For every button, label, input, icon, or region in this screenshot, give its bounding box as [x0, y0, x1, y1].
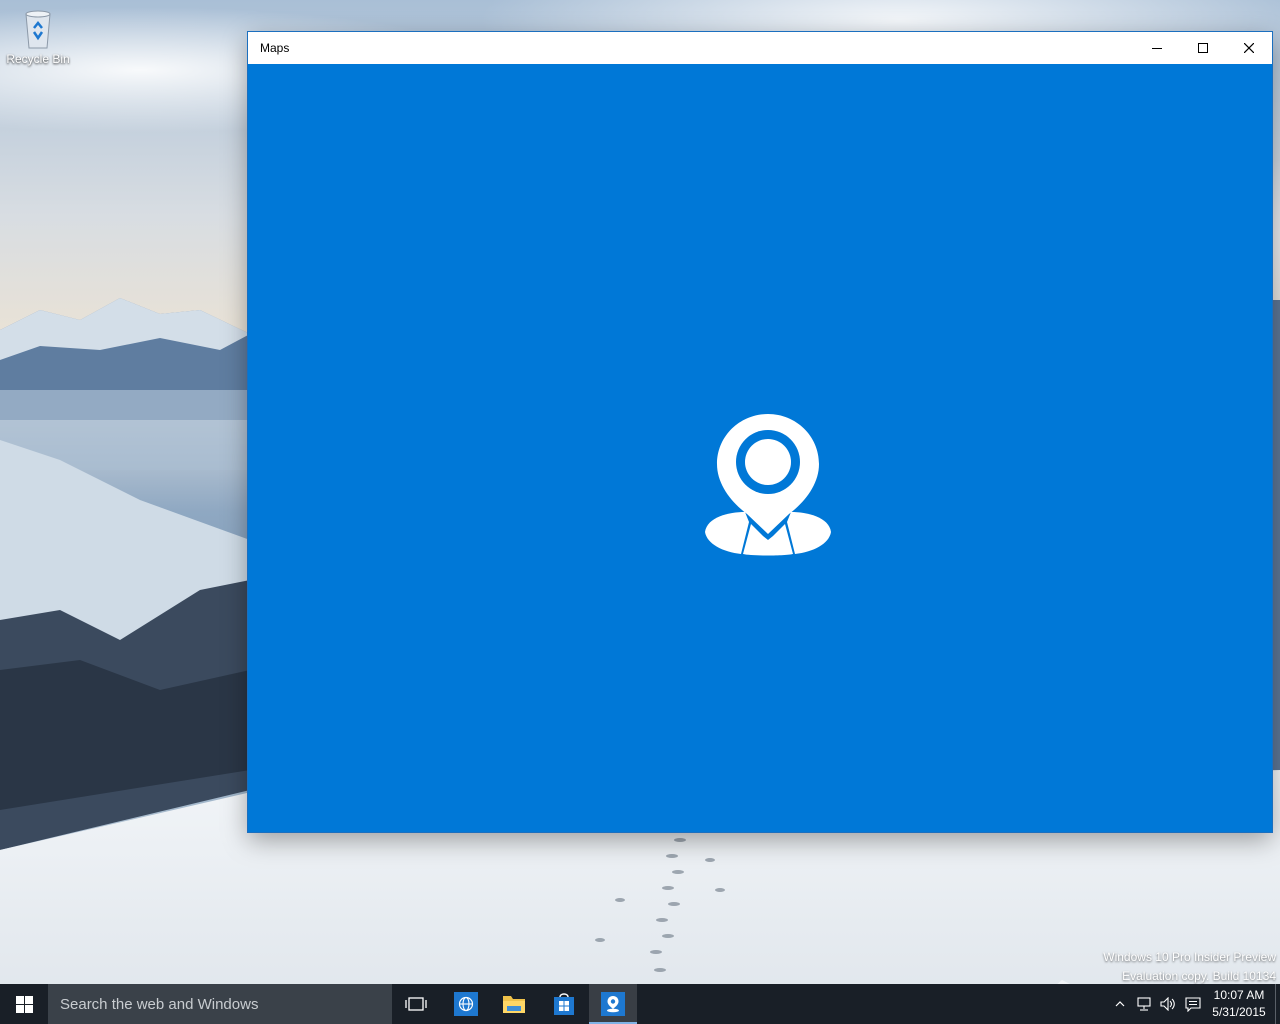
- tray-volume[interactable]: [1156, 984, 1180, 1024]
- tray-network[interactable]: [1132, 984, 1156, 1024]
- volume-icon: [1160, 997, 1175, 1011]
- close-icon: [1244, 43, 1254, 53]
- watermark-edition: Windows 10 Pro Insider Preview: [1103, 950, 1276, 964]
- taskbar: Search the web and Windows 10:07 AM 5/31…: [0, 984, 1280, 1024]
- taskbar-edge[interactable]: [442, 984, 490, 1024]
- task-view-button[interactable]: [392, 984, 440, 1024]
- map-pin-icon: [601, 992, 625, 1016]
- search-placeholder: Search the web and Windows: [60, 995, 259, 1013]
- map-pin-icon: [705, 414, 831, 556]
- maximize-icon: [1198, 43, 1208, 53]
- tray-clock[interactable]: 10:07 AM 5/31/2015: [1206, 987, 1272, 1021]
- taskbar-file-explorer[interactable]: [490, 984, 538, 1024]
- task-view-icon: [405, 997, 427, 1011]
- mountain-range-right: [1272, 300, 1280, 800]
- store-icon: [554, 993, 574, 1015]
- minimize-button[interactable]: [1134, 32, 1180, 64]
- recycle-bin-icon: [25, 10, 51, 49]
- window-title: Maps: [260, 41, 290, 55]
- folder-icon: [503, 996, 525, 1013]
- clock-time: 10:07 AM: [1213, 988, 1265, 1002]
- window-titlebar[interactable]: Maps: [248, 32, 1272, 64]
- splash-screen: [248, 64, 1272, 832]
- show-desktop-button[interactable]: [1275, 984, 1280, 1024]
- minimize-icon: [1152, 48, 1162, 49]
- tray-overflow-button[interactable]: [1108, 984, 1132, 1024]
- taskbar-store[interactable]: [540, 984, 588, 1024]
- clock-date: 5/31/2015: [1212, 1005, 1266, 1019]
- action-center-icon: [1185, 996, 1201, 1012]
- taskbar-maps[interactable]: [589, 984, 637, 1024]
- tray-action-center[interactable]: [1181, 984, 1205, 1024]
- desktop-icon-label: Recycle Bin: [6, 52, 70, 66]
- chevron-up-icon: [1115, 1001, 1125, 1007]
- network-icon: [1137, 997, 1151, 1011]
- footprint-trail: [595, 838, 725, 972]
- desktop-icon-recycle-bin[interactable]: Recycle Bin: [4, 8, 72, 66]
- start-button[interactable]: [0, 984, 48, 1024]
- mountain-range: [0, 298, 250, 850]
- globe-icon: [454, 992, 478, 1016]
- windows-logo-icon: [15, 995, 33, 1013]
- maximize-button[interactable]: [1180, 32, 1226, 64]
- windows-watermark: Windows 10 Pro Insider Preview Evaluatio…: [1103, 948, 1276, 986]
- close-button[interactable]: [1226, 32, 1272, 64]
- search-box[interactable]: Search the web and Windows: [48, 984, 392, 1024]
- maps-window[interactable]: Maps: [248, 32, 1272, 832]
